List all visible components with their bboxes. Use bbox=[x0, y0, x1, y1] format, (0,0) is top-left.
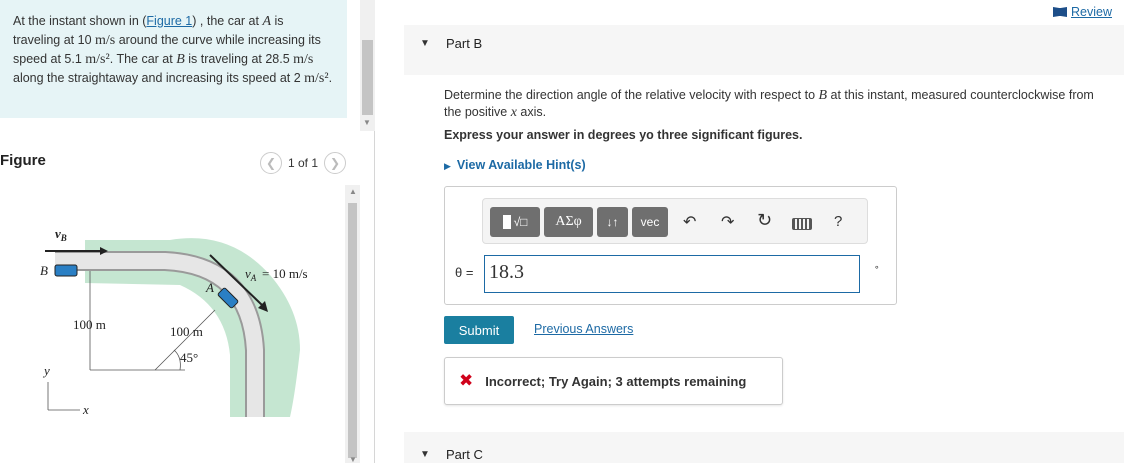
question-part: axis. bbox=[516, 105, 547, 119]
templates-label: √□ bbox=[513, 215, 528, 229]
figure-title: Figure bbox=[0, 152, 46, 169]
part-b-label[interactable]: Part B bbox=[446, 36, 482, 51]
caret-right-icon: ▶ bbox=[444, 161, 451, 171]
label-distance-2: 100 m bbox=[170, 324, 203, 339]
answer-instructions: Express your answer in degrees yo three … bbox=[444, 128, 803, 142]
reset-icon[interactable]: ↻ bbox=[757, 210, 772, 231]
problem-text: . bbox=[328, 71, 333, 85]
unit: m/s bbox=[293, 52, 314, 67]
figure-link[interactable]: Figure 1 bbox=[146, 14, 192, 28]
scroll-down-arrow-icon[interactable]: ▼ bbox=[363, 118, 371, 127]
undo-icon[interactable]: ↶ bbox=[683, 212, 696, 232]
answer-label: θ = bbox=[455, 265, 474, 280]
scroll-down-arrow-icon[interactable]: ▼ bbox=[349, 455, 357, 463]
label-a: A bbox=[205, 280, 214, 295]
mastering-page: At the instant shown in (Figure 1) , the… bbox=[0, 0, 1124, 463]
label-y: y bbox=[42, 363, 50, 378]
unit: m/s² bbox=[85, 52, 110, 67]
chevron-left-icon: ❮ bbox=[265, 156, 277, 170]
car-b-symbol: B bbox=[176, 52, 185, 67]
problem-scrollbar[interactable]: ▼ bbox=[360, 0, 375, 131]
prev-figure-button[interactable]: ❮ bbox=[260, 152, 282, 174]
review-label: Review bbox=[1071, 5, 1112, 19]
label-distance-1: 100 m bbox=[73, 317, 106, 332]
part-c-header[interactable] bbox=[404, 432, 1124, 463]
help-icon[interactable]: ? bbox=[834, 213, 842, 230]
label-b: B bbox=[40, 263, 48, 278]
unit: m/s bbox=[95, 33, 116, 48]
unit: m/s² bbox=[304, 71, 329, 86]
label-angle: 45° bbox=[180, 350, 198, 365]
caret-down-icon[interactable]: ▼ bbox=[420, 38, 430, 49]
chevron-right-icon: ❯ bbox=[330, 156, 341, 170]
hints-toggle[interactable]: ▶ View Available Hint(s) bbox=[444, 158, 586, 172]
problem-statement: At the instant shown in (Figure 1) , the… bbox=[0, 0, 347, 118]
answer-input[interactable]: 18.3 bbox=[484, 255, 860, 293]
keyboard-icon[interactable] bbox=[792, 218, 812, 230]
submit-button[interactable]: Submit bbox=[444, 316, 514, 344]
figure-scrollbar[interactable]: ▲ ▼ bbox=[345, 185, 360, 463]
previous-answers-link[interactable]: Previous Answers bbox=[534, 322, 633, 336]
part-c-label[interactable]: Part C bbox=[446, 447, 483, 462]
car-b bbox=[54, 264, 78, 277]
pager-text: 1 of 1 bbox=[288, 156, 319, 170]
symbols-button[interactable]: ΑΣφ bbox=[544, 207, 593, 237]
scroll-thumb[interactable] bbox=[348, 203, 357, 458]
next-figure-button[interactable]: ❯ bbox=[324, 152, 347, 174]
scroll-thumb[interactable] bbox=[362, 40, 373, 115]
left-pane: At the instant shown in (Figure 1) , the… bbox=[0, 0, 375, 463]
hints-label: View Available Hint(s) bbox=[456, 158, 586, 172]
x-icon: ✖ bbox=[459, 371, 474, 390]
car-a-symbol: A bbox=[262, 14, 271, 29]
review-link[interactable]: Review bbox=[1053, 5, 1112, 19]
problem-text: At the instant shown in ( bbox=[13, 14, 147, 28]
caret-down-icon[interactable]: ▼ bbox=[420, 449, 430, 460]
problem-text: ) , the car at bbox=[192, 14, 263, 28]
part-b-header[interactable] bbox=[404, 25, 1124, 75]
vec-button[interactable]: vec bbox=[632, 207, 668, 237]
arrows-button[interactable]: ↓↑ bbox=[597, 207, 628, 237]
feedback-text: Incorrect; Try Again; 3 attempts remaini… bbox=[485, 373, 747, 389]
question-part: Determine the direction angle of the rel… bbox=[444, 88, 819, 102]
label-x: x bbox=[82, 402, 89, 417]
label-va-value: = 10 m/s bbox=[262, 266, 308, 281]
problem-text: along the straightaway and increasing it… bbox=[13, 71, 305, 85]
question-text: Determine the direction angle of the rel… bbox=[444, 87, 1109, 121]
redo-icon[interactable]: ↷ bbox=[721, 212, 734, 232]
problem-text: . The car at bbox=[109, 52, 177, 66]
question-var: B bbox=[818, 88, 828, 103]
figure-diagram: vB B A vA = 10 m/s 100 m 100 m 45° y x bbox=[40, 226, 308, 417]
problem-text: is traveling at 28.5 bbox=[184, 52, 294, 66]
book-icon bbox=[1053, 7, 1067, 17]
square-icon bbox=[502, 215, 511, 229]
unit-label: ∘ bbox=[874, 262, 880, 272]
templates-button[interactable]: √□ bbox=[490, 207, 540, 237]
figure-pager: ❮ 1 of 1 ❯ bbox=[260, 152, 347, 174]
feedback-box: ✖ Incorrect; Try Again; 3 attempts remai… bbox=[444, 357, 783, 405]
scroll-up-arrow-icon[interactable]: ▲ bbox=[349, 187, 357, 196]
label-vb: vB bbox=[55, 226, 67, 243]
